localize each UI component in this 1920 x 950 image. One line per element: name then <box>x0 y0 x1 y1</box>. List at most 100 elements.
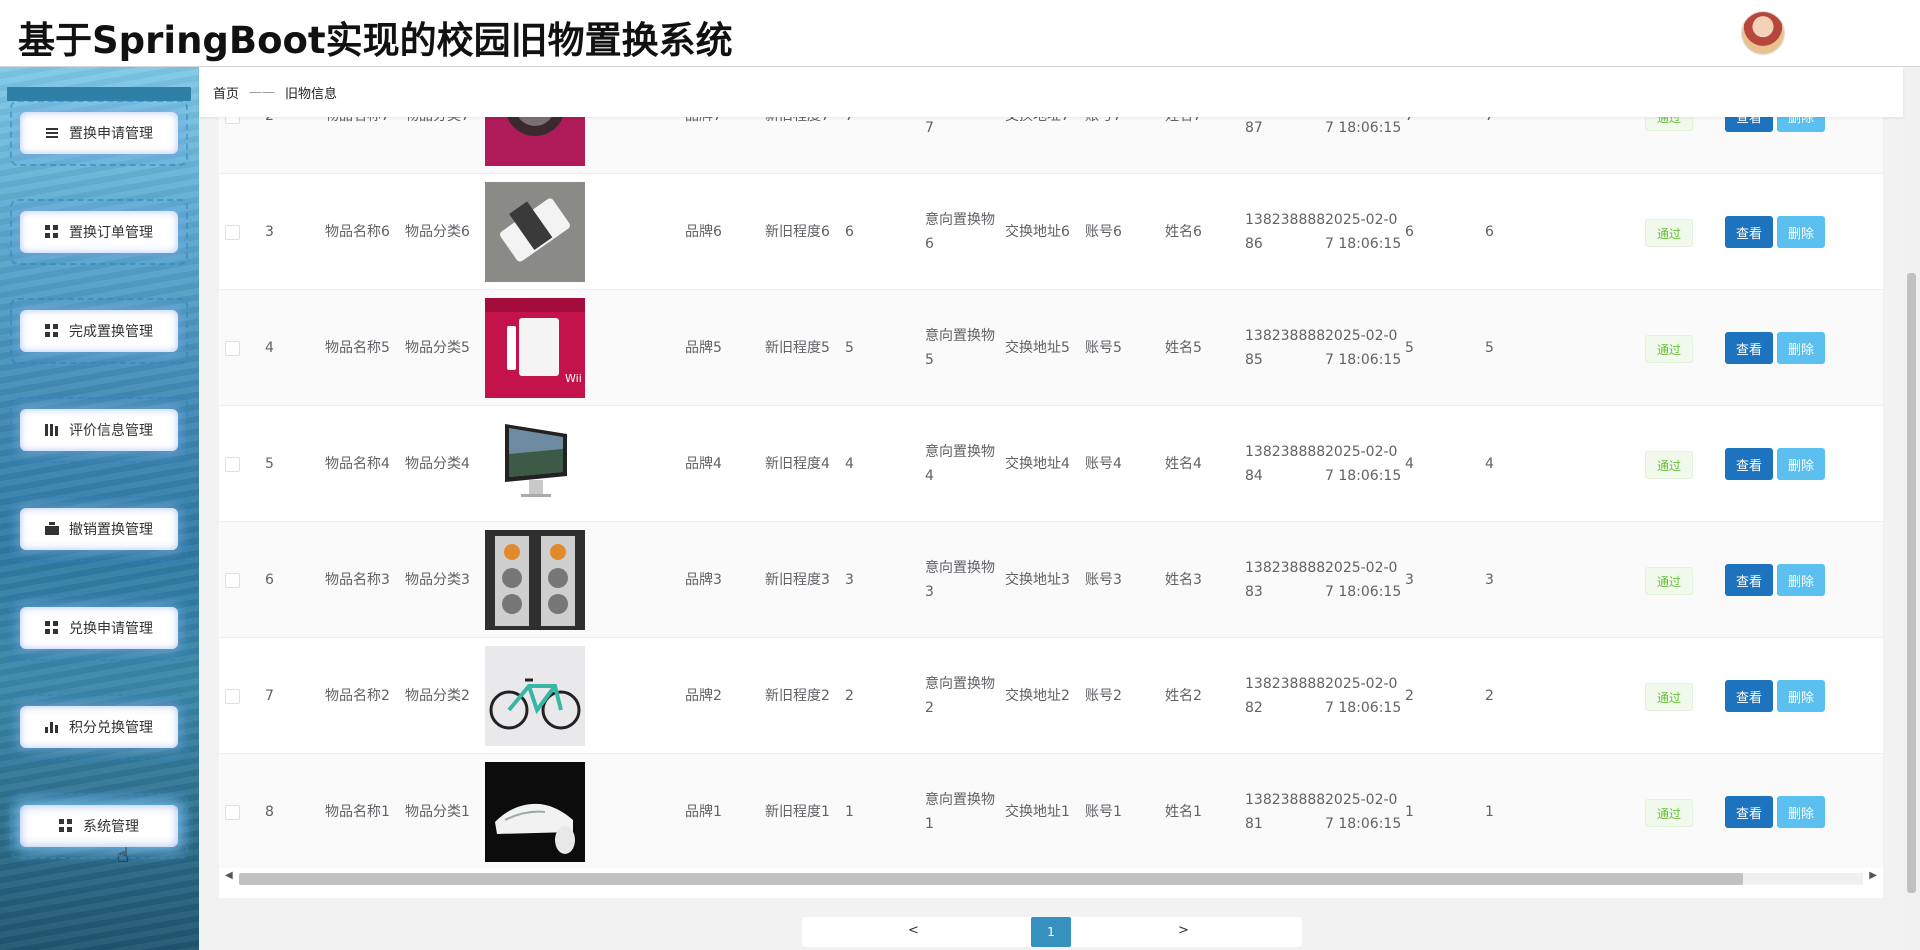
item-image[interactable] <box>485 182 585 282</box>
row-checkbox[interactable] <box>225 225 240 240</box>
scrollbar-thumb[interactable] <box>239 873 1743 885</box>
app-title: 基于SpringBoot实现的校园旧物置换系统 <box>18 19 733 62</box>
account-cell: 账号5 <box>1085 340 1122 356</box>
sidebar-item-redeem-apply[interactable]: 兑换申请管理 <box>10 595 188 661</box>
vertical-scrollbar[interactable] <box>1903 67 1920 950</box>
bar-chart-icon <box>45 720 59 734</box>
row-index: 7 <box>265 688 274 704</box>
number-cell: 4 <box>1485 456 1494 472</box>
row-checkbox[interactable] <box>225 689 240 704</box>
sidebar-item-system[interactable]: 系统管理 <box>10 793 188 859</box>
name-cell: 姓名3 <box>1165 572 1202 588</box>
sidebar-item-label: 撤销置换管理 <box>69 522 153 538</box>
view-button[interactable]: 查看 <box>1725 796 1773 828</box>
number-cell: 2 <box>1485 688 1494 704</box>
status-badge: 通过 <box>1645 451 1693 479</box>
view-button[interactable]: 查看 <box>1725 448 1773 480</box>
number-cell: 5 <box>1405 340 1414 356</box>
time-cell: 2025-02-07 18:06:15 <box>1325 676 1402 716</box>
sidebar-item-exchange-complete[interactable]: 完成置换管理 <box>10 298 188 364</box>
scroll-left-icon[interactable]: ◀ <box>225 870 233 881</box>
item-image[interactable] <box>485 762 585 862</box>
delete-button[interactable]: 删除 <box>1777 448 1825 480</box>
delete-button[interactable]: 删除 <box>1777 216 1825 248</box>
item-image[interactable] <box>485 414 585 514</box>
breadcrumb-separator: —— <box>249 84 276 100</box>
item-name-cell: 物品名称6 <box>325 224 390 240</box>
brand-cell: 品牌2 <box>685 688 722 704</box>
sidebar-item-label: 置换申请管理 <box>69 126 153 142</box>
page-number-button[interactable]: 1 <box>1031 917 1071 947</box>
prev-page-button[interactable]: < <box>908 923 919 938</box>
name-cell: 姓名4 <box>1165 456 1202 472</box>
row-checkbox[interactable] <box>225 805 240 820</box>
address-cell: 交换地址6 <box>1005 224 1070 240</box>
view-button[interactable]: 查看 <box>1725 564 1773 596</box>
row-checkbox[interactable] <box>225 341 240 356</box>
sidebar-item-exchange-apply[interactable]: 置换申请管理 <box>10 100 188 166</box>
sidebar-item-exchange-order[interactable]: 置换订单管理 <box>10 199 188 265</box>
scroll-right-icon[interactable]: ▶ <box>1869 870 1877 881</box>
grid-icon <box>59 819 73 833</box>
time-cell: 2025-02-07 18:06:15 <box>1325 212 1402 252</box>
item-image[interactable]: Wii <box>485 298 585 398</box>
user-avatar[interactable] <box>1742 12 1784 54</box>
item-category-cell: 物品分类1 <box>405 804 470 820</box>
address-cell: 交换地址2 <box>1005 688 1070 704</box>
address-cell: 交换地址1 <box>1005 804 1070 820</box>
item-name-cell: 物品名称4 <box>325 456 390 472</box>
brand-cell: 品牌1 <box>685 804 722 820</box>
table-row: 7 物品名称2 物品分类2 品牌2 新旧程度2 2 意向置换物 2 交换地址2 账号2 姓名2 138… <box>219 638 1883 754</box>
breadcrumb: 首页 —— 旧物信息 <box>199 67 1903 117</box>
time-cell: 2025-02-07 18:06:15 <box>1325 792 1402 832</box>
sidebar-collapse-bar[interactable] <box>7 87 191 101</box>
delete-button[interactable]: 删除 <box>1777 796 1825 828</box>
sidebar-item-review[interactable]: 评价信息管理 <box>10 397 188 463</box>
item-image[interactable] <box>485 530 585 630</box>
time-cell: 2025-02-07 18:06:15 <box>1325 328 1402 368</box>
view-button[interactable]: 查看 <box>1725 216 1773 248</box>
delete-button[interactable]: 删除 <box>1777 564 1825 596</box>
breadcrumb-home[interactable]: 首页 <box>213 83 239 102</box>
scrollbar-thumb[interactable] <box>1907 273 1916 893</box>
number-cell: 3 <box>1405 572 1414 588</box>
sidebar-item-label: 积分兑换管理 <box>69 720 153 736</box>
condition-cell: 新旧程度2 <box>765 688 830 704</box>
number-cell: 5 <box>845 340 854 356</box>
number-cell: 4 <box>1405 456 1414 472</box>
time-cell: 2025-02-07 18:06:15 <box>1325 444 1402 484</box>
mouse-pointer-icon: ☝ <box>117 843 130 867</box>
grid-icon <box>45 324 59 338</box>
data-table: 2物品名称7物品分类7品牌7新旧程度77意向置换物7交换地址7账号7姓名7138… <box>219 97 1883 897</box>
condition-cell: 新旧程度1 <box>765 804 830 820</box>
delete-button[interactable]: 删除 <box>1777 332 1825 364</box>
sidebar-item-cancel[interactable]: 撤销置换管理 <box>10 496 188 562</box>
row-checkbox[interactable] <box>225 573 240 588</box>
next-page-button[interactable]: > <box>1178 923 1189 938</box>
row-index: 6 <box>265 572 274 588</box>
row-checkbox[interactable] <box>225 457 240 472</box>
number-cell: 4 <box>845 456 854 472</box>
wanted-item-cell: 意向置换物 1 <box>925 792 995 832</box>
name-cell: 姓名5 <box>1165 340 1202 356</box>
number-cell: 1 <box>845 804 854 820</box>
account-cell: 账号4 <box>1085 456 1122 472</box>
list-icon <box>45 126 59 140</box>
sidebar-item-points-redeem[interactable]: 积分兑换管理 <box>10 694 188 760</box>
brand-cell: 品牌4 <box>685 456 722 472</box>
horizontal-scrollbar[interactable]: ◀ ▶ <box>219 868 1883 890</box>
address-cell: 交换地址5 <box>1005 340 1070 356</box>
status-badge: 通过 <box>1645 799 1693 827</box>
account-cell: 账号2 <box>1085 688 1122 704</box>
item-image[interactable] <box>485 646 585 746</box>
table-row: 5 物品名称4 物品分类4 品牌4 新旧程度4 4 意向置换物 4 交换地址4 账号4 姓名4 138… <box>219 406 1883 522</box>
number-cell: 6 <box>1485 224 1494 240</box>
name-cell: 姓名1 <box>1165 804 1202 820</box>
number-cell: 3 <box>845 572 854 588</box>
phone-cell: 138238888 86 <box>1245 212 1326 252</box>
row-index: 3 <box>265 224 274 240</box>
view-button[interactable]: 查看 <box>1725 332 1773 364</box>
delete-button[interactable]: 删除 <box>1777 680 1825 712</box>
view-button[interactable]: 查看 <box>1725 680 1773 712</box>
status-badge: 通过 <box>1645 219 1693 247</box>
